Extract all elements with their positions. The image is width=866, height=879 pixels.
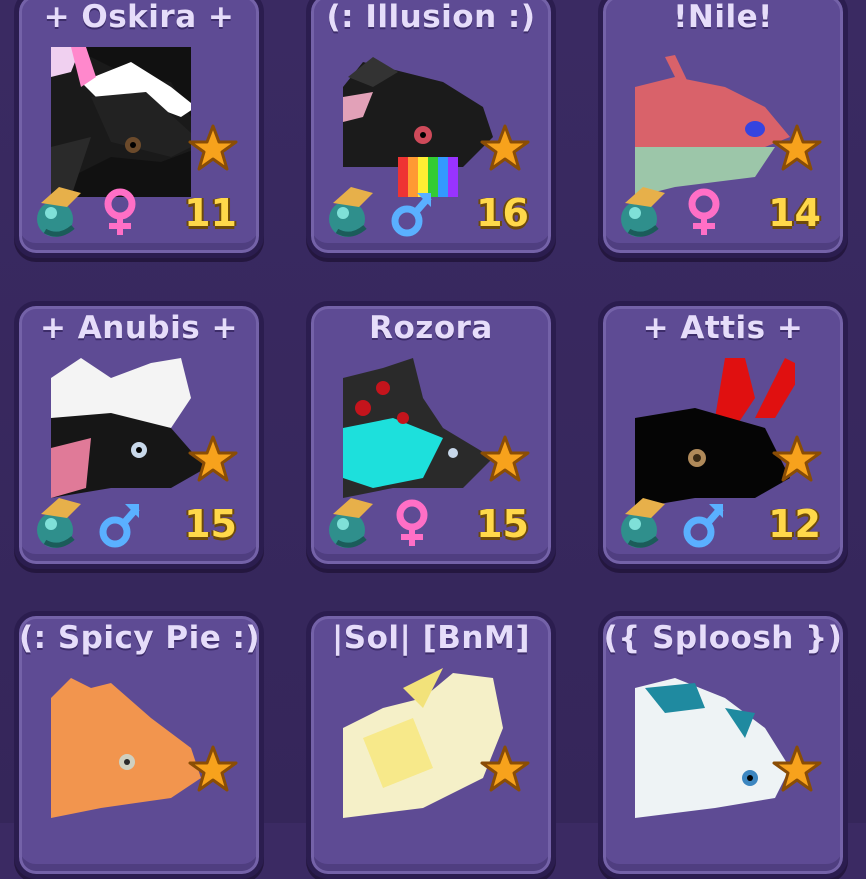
dragon-species-icon (31, 183, 87, 241)
star-icon (479, 434, 531, 486)
dragon-species-icon (615, 494, 671, 552)
dragon-name: ({ Sploosh }) (603, 620, 843, 656)
dragon-card-attis[interactable]: + Attis + 12 (598, 301, 848, 569)
dragon-card-sol[interactable]: |Sol| [BnM] (306, 611, 556, 879)
star-icon (771, 434, 823, 486)
dragon-species-icon (31, 494, 87, 552)
dragon-name: |Sol| [BnM] (331, 620, 531, 656)
dragon-level: 15 (476, 502, 529, 546)
dragon-name: + Oskira + (43, 0, 235, 35)
dragon-level: 15 (184, 502, 237, 546)
female-icon (391, 498, 433, 550)
star-icon (479, 744, 531, 796)
male-icon (99, 498, 141, 550)
dragon-inventory-grid: + Oskira + 11 (: Illusion:) 16 !Nile! 1… (0, 0, 866, 879)
female-icon (99, 187, 141, 239)
male-icon (683, 498, 725, 550)
dragon-name: !Nile! (673, 0, 773, 35)
star-icon (187, 744, 239, 796)
dragon-species-icon (323, 183, 379, 241)
star-icon (187, 123, 239, 175)
dragon-name: (: Illusion :) (326, 0, 536, 35)
dragon-species-icon (323, 494, 379, 552)
dragon-card-nile[interactable]: !Nile! 14 (598, 0, 848, 258)
dragon-card-oskira[interactable]: + Oskira + 11 (14, 0, 264, 258)
dragon-card-illusion[interactable]: (: Illusion :) 16 (306, 0, 556, 258)
dragon-name: + Anubis + (40, 310, 238, 346)
dragon-card-rozora[interactable]: Rozora 15 (306, 301, 556, 569)
dragon-level: 14 (768, 191, 821, 235)
star-icon (479, 123, 531, 175)
star-icon (187, 434, 239, 486)
star-icon (771, 744, 823, 796)
dragon-name: (: Spicy Pie :) (19, 620, 261, 656)
female-icon (683, 187, 725, 239)
male-icon (391, 187, 433, 239)
dragon-name: Rozora (369, 310, 493, 346)
dragon-species-icon (615, 183, 671, 241)
dragon-level: 12 (768, 502, 821, 546)
dragon-card-sploosh[interactable]: ({ Sploosh }) (598, 611, 848, 879)
dragon-card-anubis[interactable]: + Anubis + 15 (14, 301, 264, 569)
dragon-name: + Attis + (642, 310, 804, 346)
star-icon (771, 123, 823, 175)
dragon-level: 16 (476, 191, 529, 235)
dragon-level: 11 (184, 191, 237, 235)
dragon-card-spicy-pie[interactable]: (: Spicy Pie :) (14, 611, 264, 879)
